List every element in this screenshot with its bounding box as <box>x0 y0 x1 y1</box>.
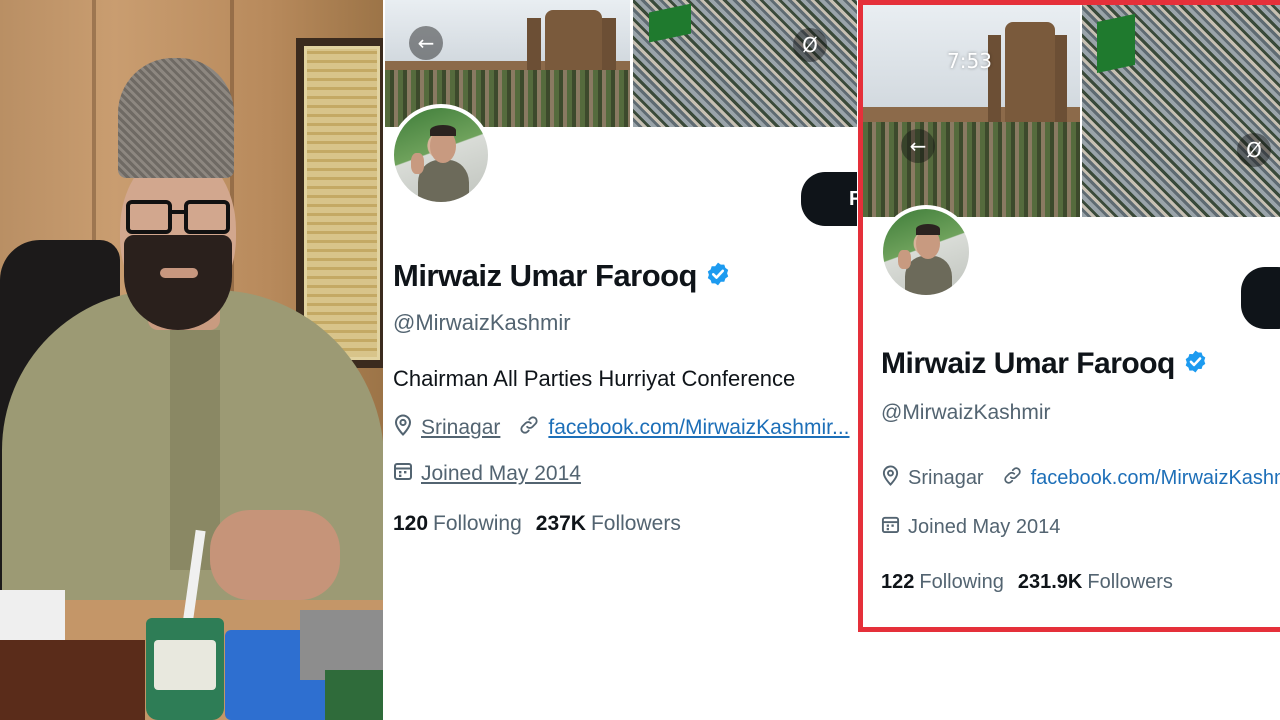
calendar-icon <box>393 461 413 487</box>
left-photo <box>0 0 383 720</box>
avatar-body <box>417 159 470 202</box>
wooden-desk-box <box>0 640 145 720</box>
followers-count[interactable]: 231.9K <box>1018 571 1083 594</box>
profile-handle: @MirwaizKashmir <box>881 401 1051 424</box>
avatar-hair <box>429 124 457 137</box>
location-pin-icon <box>881 465 900 492</box>
following-label[interactable]: Following <box>919 571 1003 594</box>
location-pin-icon <box>393 414 413 442</box>
mouth <box>160 268 198 278</box>
profile-name-row: Mirwaiz Umar Farooq <box>393 258 731 294</box>
cap <box>118 58 234 178</box>
profile-name: Mirwaiz Umar Farooq <box>881 347 1175 380</box>
mute-icon[interactable]: Ø <box>1237 133 1271 167</box>
avatar-hair <box>915 224 940 235</box>
verified-badge-icon <box>705 261 731 292</box>
avatar[interactable] <box>390 104 492 206</box>
back-arrow-icon[interactable]: ← <box>409 26 443 60</box>
followers-count[interactable]: 237K <box>536 512 586 536</box>
frame-artwork <box>304 46 380 360</box>
profile-card-highlighted: 7:53 ← Ø Mirwaiz Umar Farooq @MirwaizKas… <box>858 0 1280 632</box>
profile-card-current: ← Ø F Mirwaiz Umar Farooq @MirwaizKashmi… <box>385 0 857 720</box>
profile-bio: Chairman All Parties Hurriyat Conference <box>393 366 796 391</box>
profile-joined-date: Joined May 2014 <box>421 462 581 485</box>
profile-joined-date: Joined May 2014 <box>908 516 1061 538</box>
status-bar-time: 7:53 <box>947 49 992 73</box>
follow-button[interactable]: F <box>801 172 857 226</box>
following-label[interactable]: Following <box>433 512 522 536</box>
profile-location: Srinagar <box>908 467 984 489</box>
following-count[interactable]: 120 <box>393 512 428 536</box>
verified-badge-icon <box>1183 349 1208 379</box>
profile-meta-location-website: Srinagar facebook.com/MirwaizKashmir... <box>881 465 1280 492</box>
profile-meta-joined: Joined May 2014 <box>881 515 1060 540</box>
green-box <box>325 670 383 720</box>
profile-stats: 120 Following 237K Followers <box>393 512 681 536</box>
profile-handle: @MirwaizKashmir <box>393 310 571 335</box>
profile-banner: 7:53 ← Ø <box>863 5 1280 217</box>
calendar-icon <box>881 515 900 540</box>
profile-website-link[interactable]: facebook.com/MirwaizKashmir... <box>1031 467 1280 490</box>
glasses-lens <box>184 200 230 234</box>
link-icon <box>518 414 540 442</box>
pen-cup-label <box>154 640 216 690</box>
link-icon <box>1002 465 1023 492</box>
following-count[interactable]: 122 <box>881 571 914 594</box>
profile-location: Srinagar <box>421 416 501 439</box>
profile-website-link[interactable]: facebook.com/MirwaizKashmir... <box>548 416 849 440</box>
glasses <box>126 200 230 236</box>
avatar-hand <box>898 250 911 270</box>
back-arrow-icon[interactable]: ← <box>901 129 935 163</box>
mute-icon[interactable]: Ø <box>793 28 827 62</box>
follow-button-label: F <box>849 188 857 210</box>
follow-button[interactable] <box>1241 267 1280 329</box>
banner-crowd <box>863 121 1080 217</box>
avatar-hand <box>410 153 425 174</box>
profile-meta-joined: Joined May 2014 <box>393 461 581 487</box>
profile-stats: 122 Following 231.9K Followers <box>881 571 1173 594</box>
banner-flag <box>1096 13 1135 73</box>
profile-name-row: Mirwaiz Umar Farooq <box>881 347 1208 381</box>
clasped-hands <box>210 510 340 600</box>
profile-meta-location-website: Srinagar facebook.com/MirwaizKashmir... <box>393 414 850 442</box>
profile-name: Mirwaiz Umar Farooq <box>393 258 698 293</box>
followers-label[interactable]: Followers <box>591 512 681 536</box>
avatar[interactable] <box>879 205 973 299</box>
avatar-body <box>904 256 952 295</box>
glasses-lens <box>126 200 172 234</box>
followers-label[interactable]: Followers <box>1087 571 1173 594</box>
